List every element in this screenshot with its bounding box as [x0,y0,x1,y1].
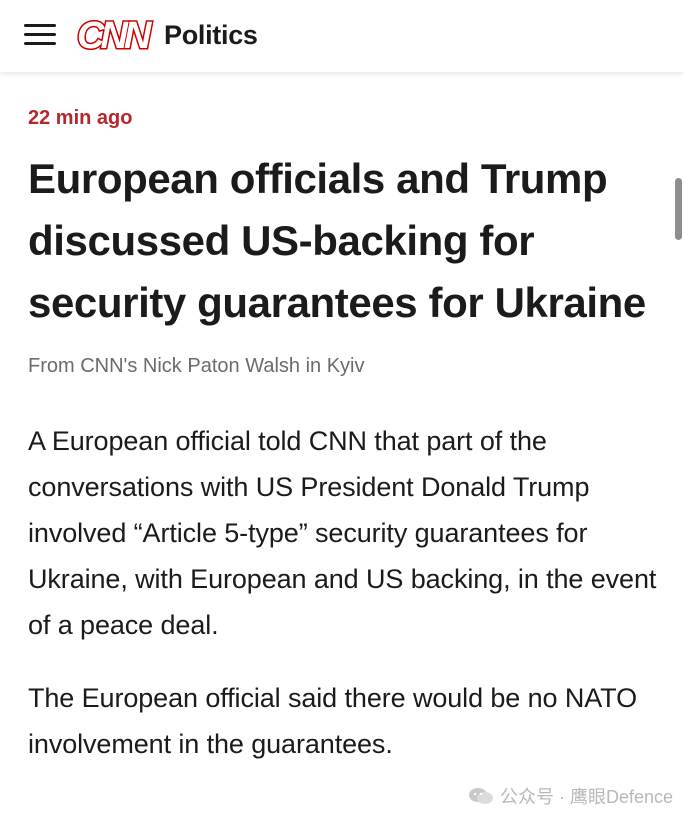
watermark-text: 公众号 · 鹰眼Defence [500,787,674,807]
article-body: 22 min ago European officials and Trump … [28,104,658,767]
menu-line [24,33,56,36]
article-paragraph: The European official said there would b… [28,683,637,759]
wechat-icon [469,788,493,804]
cnn-logo-icon: CNN [76,14,159,59]
article-paragraph: A European official told CNN that part o… [28,426,657,640]
post-timestamp: 22 min ago [28,107,133,129]
section-title[interactable]: Politics [164,20,258,51]
hamburger-menu-icon[interactable] [24,22,58,48]
cnn-logo[interactable]: CNN [76,14,159,59]
article-byline: From CNN's Nick Paton Walsh in Kyiv [28,355,365,377]
page-scrollbar[interactable] [670,72,684,821]
scrollbar-thumb[interactable] [675,178,682,240]
menu-line [24,42,56,45]
cnn-logo-text: CNN [77,15,153,55]
wechat-watermark: 公众号 · 鹰眼Defence [468,783,673,809]
top-nav-bar: CNN Politics [0,0,684,72]
menu-line [24,24,56,27]
article-headline: European officials and Trump discussed U… [28,155,646,326]
